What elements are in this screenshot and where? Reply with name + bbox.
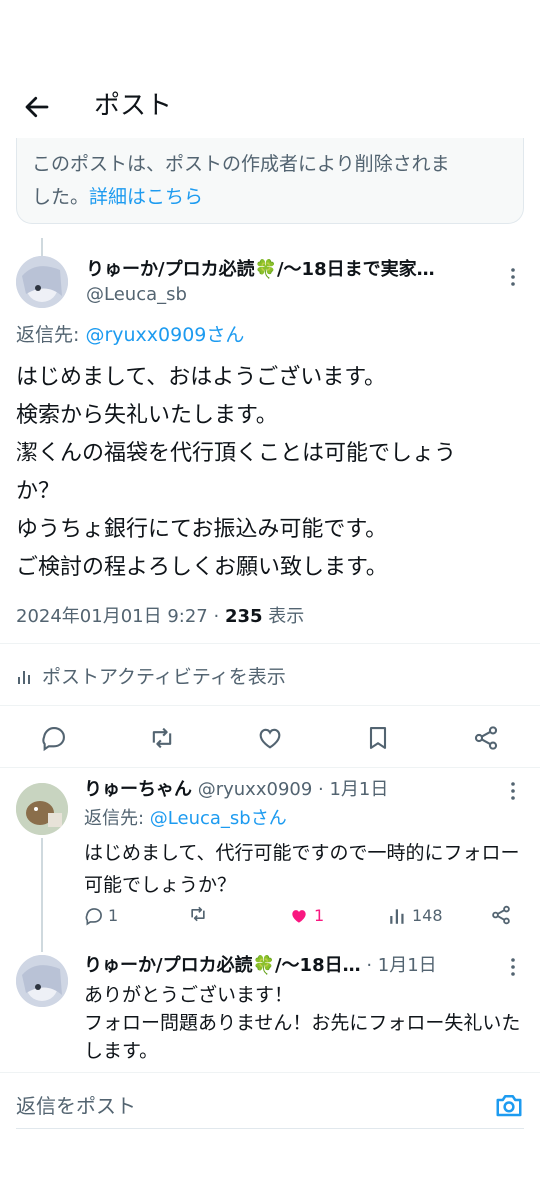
reply-text: はじめまして、代行可能ですので一時的にフォロー可能でしょうか？: [84, 842, 520, 896]
post-line: ご検討の程よろしくお願い致します。: [16, 555, 388, 580]
view-count: 148: [412, 906, 443, 925]
reply-icon[interactable]: [40, 724, 68, 752]
reply-author: りゅーちゃん @ryuxx0909 · 1月1日: [84, 778, 388, 802]
reply-meta: · 1月1日: [360, 955, 437, 976]
divider: [0, 705, 540, 706]
like-button[interactable]: 1: [288, 904, 324, 928]
like-count: 1: [314, 906, 325, 925]
reply-text: ありがとうございます！ フォロー問題ありません！お先にフォロー失礼いたします。: [84, 984, 521, 1062]
thread-line: [41, 838, 43, 952]
thread-line: [41, 238, 43, 256]
post-activity-link[interactable]: ポストアクティビティを表示: [16, 664, 286, 690]
divider: [0, 1072, 540, 1073]
analytics-icon: [18, 671, 30, 684]
more-options-icon[interactable]: [504, 956, 522, 978]
share-button[interactable]: [490, 904, 512, 926]
reply-button[interactable]: 1: [84, 904, 118, 928]
reply-icon: [85, 908, 102, 926]
author-name[interactable]: りゅーか/プロカ必読🍀/〜18日まで実家…: [86, 258, 486, 282]
back-arrow-icon[interactable]: [22, 92, 52, 122]
divider: [16, 1128, 524, 1129]
reply-count: 1: [108, 906, 119, 925]
more-options-icon[interactable]: [504, 780, 522, 802]
share-icon[interactable]: [472, 724, 500, 752]
analytics-icon: [390, 909, 404, 924]
reply-meta: @ryuxx0909 · 1月1日: [192, 779, 389, 800]
repost-icon[interactable]: [148, 724, 176, 752]
share-icon: [492, 905, 510, 925]
author-handle[interactable]: @Leuca_sb: [86, 283, 187, 307]
divider: [0, 643, 540, 644]
post-line: 検索から失礼いたします。: [16, 403, 278, 428]
reply-author: りゅーか/プロカ必読🍀/〜18日… · 1月1日: [84, 954, 437, 978]
bookmark-icon[interactable]: [364, 724, 392, 752]
reply-author-name[interactable]: りゅーか/プロカ必読🍀/〜18日…: [84, 955, 361, 976]
divider: [0, 767, 540, 768]
more-options-icon[interactable]: [504, 266, 522, 288]
reply-to: 返信先: @Leuca_sbさん: [84, 808, 287, 829]
post-line: か？: [16, 479, 61, 504]
timestamp: 2024年01月01日 9:27 ·: [16, 606, 225, 627]
post-meta: 2024年01月01日 9:27 · 235 表示: [16, 606, 305, 627]
views-button[interactable]: 148: [388, 904, 443, 928]
reply-author-name[interactable]: りゅーちゃん: [84, 779, 192, 800]
repost-button[interactable]: [188, 904, 208, 924]
post-line: はじめまして、おはようございます。: [16, 365, 387, 390]
repost-icon: [191, 906, 205, 922]
avatar[interactable]: [16, 256, 68, 308]
heart-filled-icon: [292, 910, 306, 923]
like-icon[interactable]: [256, 724, 284, 752]
avatar[interactable]: [16, 955, 68, 1007]
view-count: 235: [224, 606, 263, 627]
reply-mention-link[interactable]: @Leuca_sbさん: [150, 808, 287, 829]
reply-to: 返信先: @ryuxx0909さん: [16, 324, 245, 346]
reply-input[interactable]: 返信をポスト: [16, 1092, 136, 1120]
deleted-notice-text: このポストは、ポストの作成者により削除されま した。詳細はこちら: [32, 153, 450, 208]
reply-mention-link[interactable]: @ryuxx0909さん: [85, 324, 244, 346]
details-link[interactable]: 詳細はこちら: [89, 186, 203, 208]
camera-icon[interactable]: [494, 1090, 524, 1120]
page-title: ポスト: [94, 91, 173, 121]
avatar[interactable]: [16, 783, 68, 835]
post-body: はじめまして、おはようございます。 検索から失礼いたします。 潔くんの福袋を代行…: [16, 359, 526, 587]
post-line: 潔くんの福袋を代行頂くことは可能でしょう: [16, 441, 457, 466]
post-line: ゆうちょ銀行にてお振込み可能です。: [16, 517, 388, 542]
